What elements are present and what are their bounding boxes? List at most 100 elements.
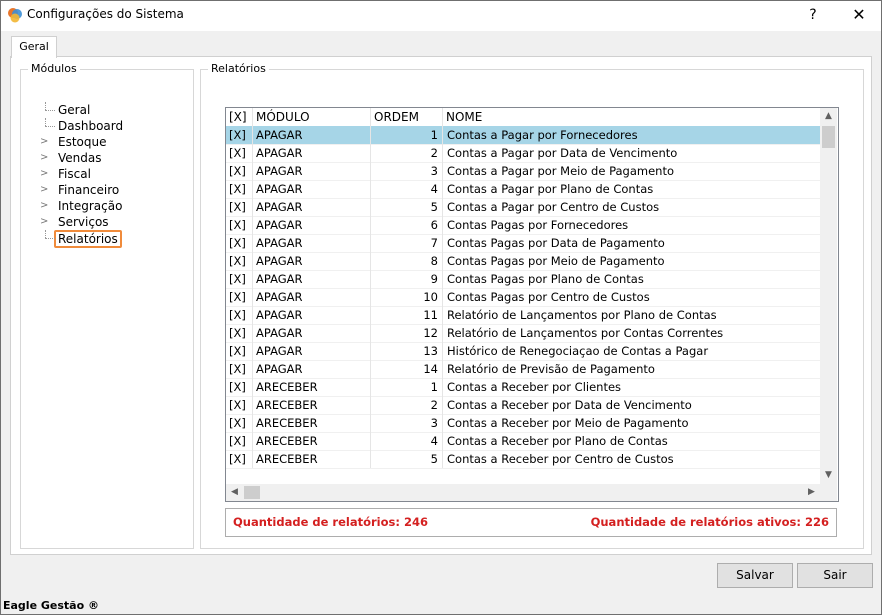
exit-button[interactable]: Sair bbox=[797, 563, 873, 588]
check-cell[interactable]: [X] bbox=[226, 216, 253, 234]
tree-item-0[interactable]: Geral bbox=[36, 102, 123, 118]
table-row[interactable]: [X] ARECEBER 3 Contas a Receber por Meio de… bbox=[226, 414, 820, 433]
module-cell: ARECEBER bbox=[253, 432, 371, 450]
tree-item-6[interactable]: > Integração bbox=[36, 198, 123, 214]
module-cell: APAGAR bbox=[253, 216, 371, 234]
module-cell: APAGAR bbox=[253, 162, 371, 180]
table-row[interactable]: [X] APAGAR 9 Contas Pagas por Plano de Cont… bbox=[226, 270, 820, 289]
chevron-right-icon[interactable]: > bbox=[40, 150, 48, 166]
check-cell[interactable]: [X] bbox=[226, 198, 253, 216]
check-cell[interactable]: [X] bbox=[226, 144, 253, 162]
module-cell: APAGAR bbox=[253, 324, 371, 342]
table-row[interactable]: [X] APAGAR 7 Contas Pagas por Data de Pagam… bbox=[226, 234, 820, 253]
tree-item-1[interactable]: Dashboard bbox=[36, 118, 123, 134]
table-row[interactable]: [X] APAGAR 12 Relatório de Lançamentos por … bbox=[226, 324, 820, 343]
name-cell: Contas Pagas por Centro de Custos bbox=[447, 290, 650, 304]
scroll-up-icon[interactable]: ▲ bbox=[820, 108, 837, 125]
check-cell[interactable]: [X] bbox=[226, 270, 253, 288]
close-button[interactable]: ✕ bbox=[837, 1, 881, 29]
help-button[interactable]: ? bbox=[791, 1, 835, 29]
tree-connector bbox=[45, 118, 46, 126]
column-header-check[interactable]: [X] bbox=[226, 108, 253, 126]
table-row[interactable]: [X] APAGAR 14 Relatório de Previsão de Paga… bbox=[226, 360, 820, 379]
horizontal-scrollbar[interactable]: ◀ ▶ bbox=[226, 484, 820, 501]
check-cell[interactable]: [X] bbox=[226, 414, 253, 432]
check-cell[interactable]: [X] bbox=[226, 288, 253, 306]
tree-item-4[interactable]: > Fiscal bbox=[36, 166, 123, 182]
chevron-right-icon[interactable]: > bbox=[40, 198, 48, 214]
name-cell: Contas a Pagar por Centro de Custos bbox=[447, 200, 660, 214]
check-cell[interactable]: [X] bbox=[226, 306, 253, 324]
table-row[interactable]: [X] APAGAR 10 Contas Pagas por Centro de Cu… bbox=[226, 288, 820, 307]
tree-item-2[interactable]: > Estoque bbox=[36, 134, 123, 150]
check-cell[interactable]: [X] bbox=[226, 126, 253, 144]
name-cell: Contas a Receber por Centro de Custos bbox=[447, 452, 674, 466]
tab-geral[interactable]: Geral bbox=[11, 36, 57, 58]
check-cell[interactable]: [X] bbox=[226, 252, 253, 270]
table-row[interactable]: [X] ARECEBER 1 Contas a Receber por Cliente… bbox=[226, 378, 820, 397]
tree-item-7[interactable]: > Serviços bbox=[36, 214, 123, 230]
check-cell[interactable]: [X] bbox=[226, 360, 253, 378]
check-cell[interactable]: [X] bbox=[226, 324, 253, 342]
scrollbar-corner bbox=[820, 484, 837, 501]
table-row[interactable]: [X] APAGAR 11 Relatório de Lançamentos por … bbox=[226, 306, 820, 325]
table-row[interactable]: [X] ARECEBER 2 Contas a Receber por Data de… bbox=[226, 396, 820, 415]
save-button[interactable]: Salvar bbox=[717, 563, 793, 588]
tree-item-label: Relatórios bbox=[54, 230, 122, 248]
table-row[interactable]: [X] APAGAR 3 Contas a Pagar por Meio de Pag… bbox=[226, 162, 820, 181]
order-cell: 9 bbox=[371, 270, 443, 288]
check-cell[interactable]: [X] bbox=[226, 162, 253, 180]
scroll-right-icon[interactable]: ▶ bbox=[803, 484, 820, 501]
column-header-ordem[interactable]: ORDEM bbox=[371, 108, 443, 126]
order-cell: 4 bbox=[371, 180, 443, 198]
module-cell: APAGAR bbox=[253, 234, 371, 252]
tree-item-3[interactable]: > Vendas bbox=[36, 150, 123, 166]
column-header-modulo[interactable]: MÓDULO bbox=[253, 108, 371, 126]
reports-grid[interactable]: [X] MÓDULO ORDEM NOME [X] APAGAR 1 Contas a… bbox=[225, 107, 839, 502]
chevron-right-icon[interactable]: > bbox=[40, 134, 48, 150]
order-cell: 2 bbox=[371, 396, 443, 414]
table-row[interactable]: [X] APAGAR 4 Contas a Pagar por Plano de Co… bbox=[226, 180, 820, 199]
vertical-scrollbar[interactable]: ▲ ▼ bbox=[820, 108, 837, 484]
table-row[interactable]: [X] APAGAR 1 Contas a Pagar por Fornecedore… bbox=[226, 126, 820, 145]
check-cell[interactable]: [X] bbox=[226, 378, 253, 396]
table-row[interactable]: [X] ARECEBER 4 Contas a Receber por Plano d… bbox=[226, 432, 820, 451]
order-cell: 13 bbox=[371, 342, 443, 360]
table-row[interactable]: [X] APAGAR 6 Contas Pagas por Fornecedores bbox=[226, 216, 820, 235]
horizontal-scroll-thumb[interactable] bbox=[244, 486, 260, 499]
name-cell: Relatório de Lançamentos por Contas Corr… bbox=[447, 326, 724, 340]
tree-item-8[interactable]: Relatórios bbox=[36, 230, 123, 248]
tree-item-5[interactable]: > Financeiro bbox=[36, 182, 123, 198]
module-cell: APAGAR bbox=[253, 270, 371, 288]
tree-item-label: Vendas bbox=[58, 151, 102, 165]
vertical-scroll-thumb[interactable] bbox=[822, 126, 835, 148]
check-cell[interactable]: [X] bbox=[226, 396, 253, 414]
check-cell[interactable]: [X] bbox=[226, 432, 253, 450]
check-cell[interactable]: [X] bbox=[226, 234, 253, 252]
check-cell[interactable]: [X] bbox=[226, 342, 253, 360]
chevron-right-icon[interactable]: > bbox=[40, 166, 48, 182]
tree-item-label: Estoque bbox=[58, 135, 107, 149]
table-row[interactable]: [X] APAGAR 13 Histórico de Renegociaçao de … bbox=[226, 342, 820, 361]
module-cell: APAGAR bbox=[253, 180, 371, 198]
order-cell: 2 bbox=[371, 144, 443, 162]
table-row[interactable]: [X] APAGAR 2 Contas a Pagar por Data de Ven… bbox=[226, 144, 820, 163]
reports-group: Relatórios [X] MÓDULO ORDEM NOME [X] APAG… bbox=[200, 62, 864, 549]
check-cell[interactable]: [X] bbox=[226, 180, 253, 198]
chevron-right-icon[interactable]: > bbox=[40, 182, 48, 198]
table-row[interactable]: [X] APAGAR 5 Contas a Pagar por Centro de C… bbox=[226, 198, 820, 217]
scroll-down-icon[interactable]: ▼ bbox=[820, 467, 837, 484]
column-header-nome[interactable]: NOME bbox=[443, 108, 820, 126]
name-cell: Contas a Pagar por Plano de Contas bbox=[447, 182, 654, 196]
total-reports-count: Quantidade de relatórios: 246 bbox=[233, 515, 428, 529]
table-row[interactable]: [X] APAGAR 8 Contas Pagas por Meio de Pagam… bbox=[226, 252, 820, 271]
order-cell: 10 bbox=[371, 288, 443, 306]
check-cell[interactable]: [X] bbox=[226, 450, 253, 468]
name-cell: Contas a Receber por Meio de Pagamento bbox=[447, 416, 689, 430]
name-cell: Contas a Receber por Plano de Contas bbox=[447, 434, 668, 448]
scroll-left-icon[interactable]: ◀ bbox=[226, 484, 243, 501]
table-row[interactable]: [X] ARECEBER 5 Contas a Receber por Centro … bbox=[226, 450, 820, 469]
chevron-right-icon[interactable]: > bbox=[40, 214, 48, 230]
order-cell: 12 bbox=[371, 324, 443, 342]
reports-group-title: Relatórios bbox=[208, 62, 269, 75]
